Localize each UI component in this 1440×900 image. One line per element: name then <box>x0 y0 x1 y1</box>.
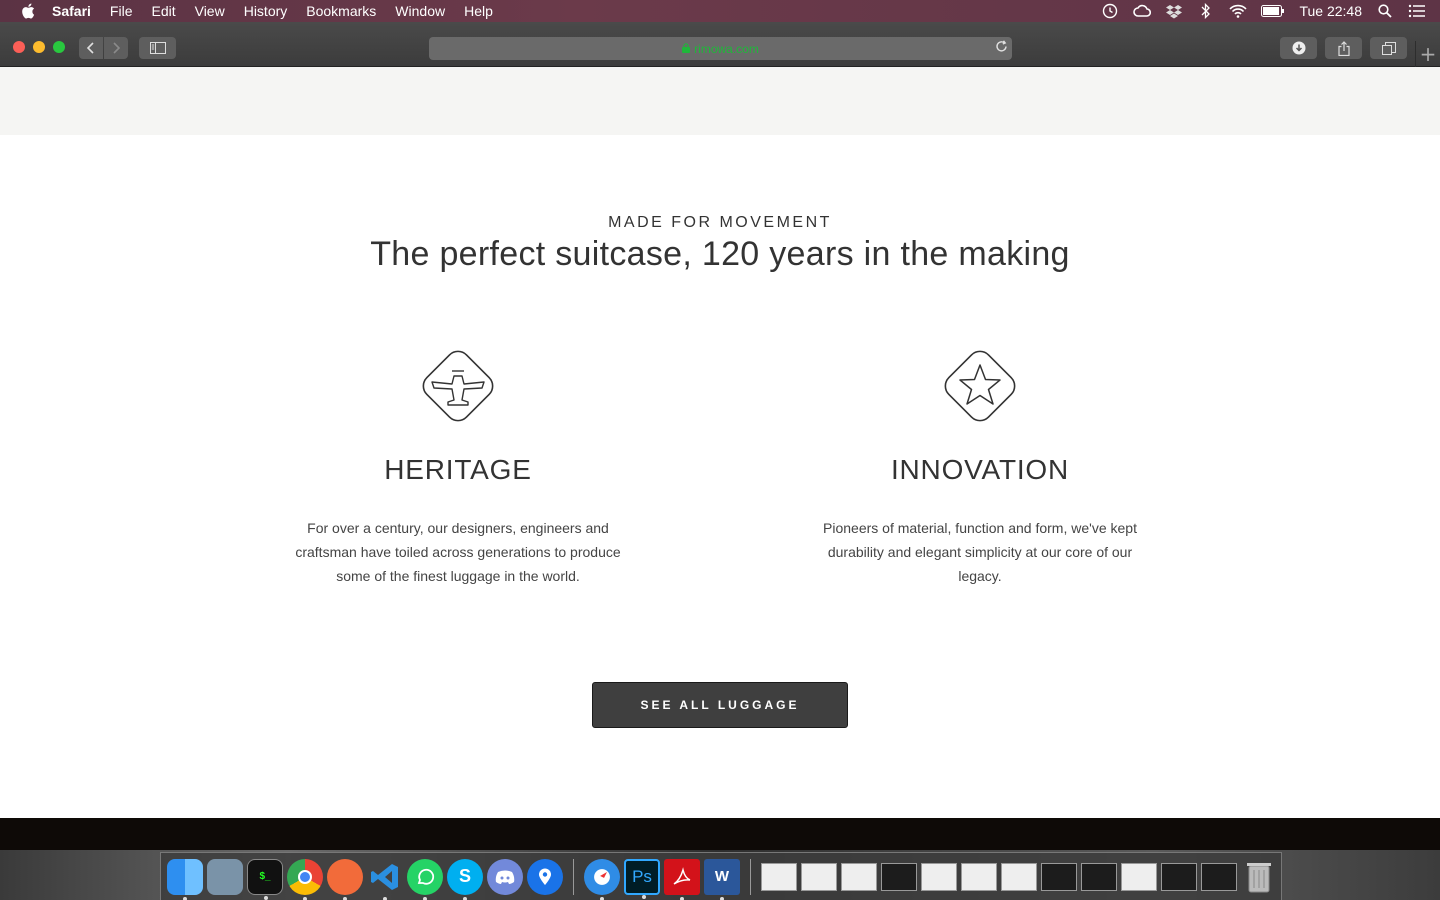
new-tab-button[interactable]: + <box>1415 41 1440 67</box>
chevron-left-icon <box>86 42 94 54</box>
feature-title-heritage: HERITAGE <box>384 454 532 485</box>
menu-file[interactable]: File <box>110 3 133 19</box>
chrome-icon[interactable] <box>287 858 323 900</box>
feature-title-innovation: INNOVATION <box>890 454 1070 485</box>
skype-icon[interactable]: S <box>447 858 483 900</box>
feature-innovation: INNOVATION Pioneers of material, functio… <box>780 342 1180 588</box>
vscode-icon[interactable] <box>367 859 403 900</box>
battery-icon[interactable] <box>1261 3 1285 19</box>
sidebar-toggle-button[interactable] <box>139 37 176 59</box>
apple-menu-icon[interactable] <box>20 3 36 19</box>
word-label: W <box>714 868 730 885</box>
photoshop-icon[interactable]: Ps <box>624 858 660 899</box>
reload-icon[interactable] <box>995 40 1008 56</box>
dock-separator <box>573 858 574 895</box>
address-bar[interactable]: rimowa.com <box>429 37 1012 60</box>
minimized-window-thumbnail[interactable] <box>961 862 997 891</box>
plus-icon: + <box>1419 42 1437 66</box>
minimized-window-thumbnail[interactable] <box>881 862 917 891</box>
terminal-icon[interactable]: $_ <box>247 858 283 900</box>
dropbox-icon[interactable] <box>1165 3 1183 19</box>
safari-icon[interactable] <box>584 858 620 900</box>
word-icon[interactable]: W <box>704 858 740 900</box>
app-menu-safari[interactable]: Safari <box>52 3 91 19</box>
skype-label: S <box>458 866 471 886</box>
chevron-right-icon <box>113 42 121 54</box>
menu-edit[interactable]: Edit <box>151 3 175 19</box>
lock-icon <box>682 42 691 56</box>
minimized-window-thumbnail[interactable] <box>1081 862 1117 891</box>
feature-heritage: HERITAGE For over a century, our designe… <box>258 342 658 588</box>
fullscreen-window-button[interactable] <box>53 41 65 53</box>
see-all-luggage-button[interactable]: SEE ALL LUGGAGE <box>592 682 848 728</box>
menu-view[interactable]: View <box>195 3 225 19</box>
forward-button[interactable] <box>104 37 128 59</box>
header-band <box>0 67 1440 135</box>
address-bar-url: rimowa.com <box>694 41 759 56</box>
feature-desc-heritage: For over a century, our designers, engin… <box>295 520 621 584</box>
menu-help[interactable]: Help <box>464 3 493 19</box>
section-headline: The perfect suitcase, 120 years in the m… <box>370 235 1070 273</box>
sidebar-icon <box>149 42 166 54</box>
feature-desc-innovation: Pioneers of material, function and form,… <box>823 520 1137 584</box>
whatsapp-icon[interactable] <box>407 858 443 900</box>
section-eyebrow: MADE FOR MOVEMENT <box>608 214 832 231</box>
notification-center-icon[interactable] <box>1408 3 1426 19</box>
show-tabs-button[interactable] <box>1370 37 1407 59</box>
minimized-window-thumbnail[interactable] <box>1041 862 1077 891</box>
menu-history[interactable]: History <box>244 3 288 19</box>
dock: $_ S Ps W <box>160 852 1282 900</box>
dock-separator-2 <box>750 858 751 895</box>
minimized-window-thumbnail[interactable] <box>1001 862 1037 891</box>
menubar-clock[interactable]: Tue 22:48 <box>1299 3 1362 19</box>
time-machine-icon[interactable] <box>1101 3 1119 19</box>
minimized-window-thumbnail[interactable] <box>1121 862 1157 891</box>
minimize-window-button[interactable] <box>33 41 45 53</box>
minimized-window-thumbnail[interactable] <box>841 862 877 891</box>
acrobat-icon[interactable] <box>664 858 700 900</box>
minimized-window-thumbnail[interactable] <box>801 862 837 891</box>
menu-bar: Safari File Edit View History Bookmarks … <box>0 0 1440 22</box>
minimized-window-thumbnail[interactable] <box>761 862 797 891</box>
creative-cloud-icon[interactable] <box>1133 3 1152 19</box>
back-button[interactable] <box>79 37 103 59</box>
close-window-button[interactable] <box>13 41 25 53</box>
download-icon <box>1292 41 1305 55</box>
bluetooth-icon[interactable] <box>1197 3 1215 19</box>
share-icon <box>1337 40 1350 56</box>
menu-window[interactable]: Window <box>395 3 445 19</box>
tabs-overview-icon <box>1381 41 1396 55</box>
trash-icon[interactable] <box>1241 859 1277 895</box>
star-icon <box>936 342 1024 430</box>
maps-pin-icon[interactable] <box>527 858 563 895</box>
discord-icon[interactable] <box>487 858 523 895</box>
spotlight-search-icon[interactable] <box>1376 3 1394 19</box>
web-page: MADE FOR MOVEMENT The perfect suitcase, … <box>0 67 1440 818</box>
minimized-window-thumbnail[interactable] <box>921 862 957 891</box>
minimized-window-thumbnail[interactable] <box>1201 862 1237 891</box>
share-button[interactable] <box>1325 37 1362 59</box>
safari-toolbar: rimowa.com + <box>0 22 1440 67</box>
downloads-button[interactable] <box>1280 37 1317 59</box>
menu-bookmarks[interactable]: Bookmarks <box>306 3 376 19</box>
minimized-window-thumbnail[interactable] <box>1161 862 1197 891</box>
preview-icon[interactable] <box>207 858 243 895</box>
airplane-icon <box>414 342 502 430</box>
wifi-icon[interactable] <box>1229 3 1248 19</box>
finder-icon[interactable] <box>167 858 203 900</box>
pencil-app-icon[interactable] <box>327 858 363 900</box>
footer-band <box>0 818 1440 850</box>
photoshop-label: Ps <box>632 866 652 886</box>
